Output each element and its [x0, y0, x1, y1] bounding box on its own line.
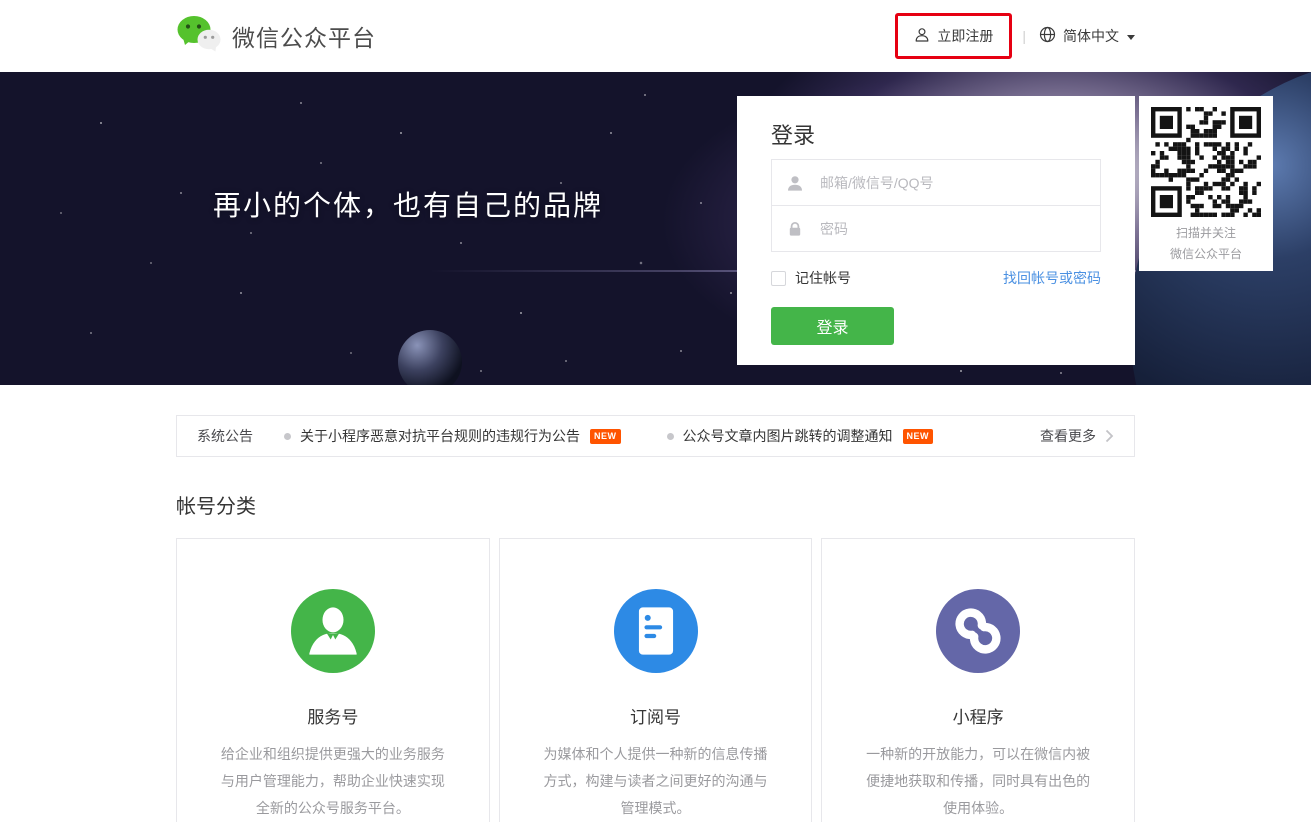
categories-title: 帐号分类: [176, 496, 256, 518]
account-field-wrap: [771, 159, 1101, 206]
globe-icon: [1039, 26, 1056, 46]
notice-link-1[interactable]: 关于小程序恶意对抗平台规则的违规行为公告 NEW: [284, 426, 621, 446]
page-title: 微信公众平台: [232, 25, 376, 51]
notice-link-2[interactable]: 公众号文章内图片跳转的调整通知 NEW: [666, 426, 933, 446]
remember-checkbox[interactable]: [771, 270, 786, 286]
language-label: 简体中文: [1063, 28, 1119, 44]
card-description: 为媒体和个人提供一种新的信息传播方式，构建与读者之间更好的沟通与管理模式。: [543, 746, 768, 816]
person-filled-icon: [786, 174, 804, 192]
caret-down-icon: [1127, 34, 1135, 40]
bullet-icon: [284, 432, 291, 440]
new-badge: NEW: [902, 428, 933, 444]
forgot-password-link[interactable]: 找回帐号或密码: [1003, 268, 1101, 288]
account-input[interactable]: [820, 174, 1086, 191]
hero-banner: 再小的个体，也有自己的品牌 登录 记: [0, 72, 1311, 385]
notice-label: 系统公告: [197, 428, 253, 444]
subscription-account-icon: [613, 589, 698, 673]
password-field-wrap: [771, 205, 1101, 252]
card-title: 小程序: [952, 708, 1004, 727]
login-panel: 登录 记住帐号 找回帐号或密码: [737, 96, 1135, 365]
qr-panel: 扫描并关注 微信公众平台: [1139, 96, 1273, 271]
remember-label: 记住帐号: [795, 270, 851, 286]
chevron-right-icon: [1105, 429, 1114, 443]
service-account-icon: [290, 589, 375, 673]
card-service-account[interactable]: 服务号 给企业和组织提供更强大的业务服务与用户管理能力，帮助企业快速实现全新的公…: [176, 538, 490, 822]
stars-decor: [0, 72, 2, 74]
person-outline-icon: [914, 27, 930, 46]
category-cards: 服务号 给企业和组织提供更强大的业务服务与用户管理能力，帮助企业快速实现全新的公…: [176, 538, 1136, 822]
header: 微信公众平台 立即注册 | 简体中文: [0, 0, 1311, 72]
login-button[interactable]: 登录: [771, 307, 894, 345]
hero-slogan: 再小的个体，也有自己的品牌: [213, 190, 604, 221]
language-selector[interactable]: 简体中文: [1039, 26, 1135, 46]
bullet-icon: [666, 432, 674, 440]
card-title: 服务号: [307, 708, 359, 727]
card-miniprogram[interactable]: 小程序 一种新的开放能力，可以在微信内被便捷地获取和传播，同时具有出色的使用体验…: [821, 538, 1136, 822]
wechat-bubbles-icon: [176, 15, 222, 58]
qr-caption-line2: 微信公众平台: [1169, 247, 1242, 261]
miniprogram-icon: [936, 589, 1021, 673]
system-notice-bar: 系统公告 关于小程序恶意对抗平台规则的违规行为公告 NEW 公众号文章内图片跳转…: [176, 415, 1135, 457]
card-title: 订阅号: [630, 708, 681, 727]
password-input[interactable]: [820, 220, 1086, 237]
small-planet-decor: [398, 330, 462, 385]
card-description: 给企业和组织提供更强大的业务服务与用户管理能力，帮助企业快速实现全新的公众号服务…: [220, 746, 445, 816]
remember-account[interactable]: 记住帐号: [771, 268, 851, 288]
qr-code-image: [1151, 107, 1261, 217]
login-title: 登录: [771, 123, 816, 148]
new-badge: NEW: [590, 428, 621, 444]
qr-caption-line1: 扫描并关注: [1175, 226, 1236, 240]
register-label: 立即注册: [937, 28, 994, 44]
view-more-link[interactable]: 查看更多: [1040, 426, 1114, 446]
header-divider: |: [1022, 28, 1026, 44]
register-button[interactable]: 立即注册: [895, 13, 1013, 59]
card-description: 一种新的开放能力，可以在微信内被便捷地获取和传播，同时具有出色的使用体验。: [866, 746, 1091, 816]
lock-icon: [786, 220, 804, 238]
wechat-logo[interactable]: 微信公众平台: [176, 15, 376, 58]
card-subscription-account[interactable]: 订阅号 为媒体和个人提供一种新的信息传播方式，构建与读者之间更好的沟通与管理模式…: [498, 538, 813, 822]
